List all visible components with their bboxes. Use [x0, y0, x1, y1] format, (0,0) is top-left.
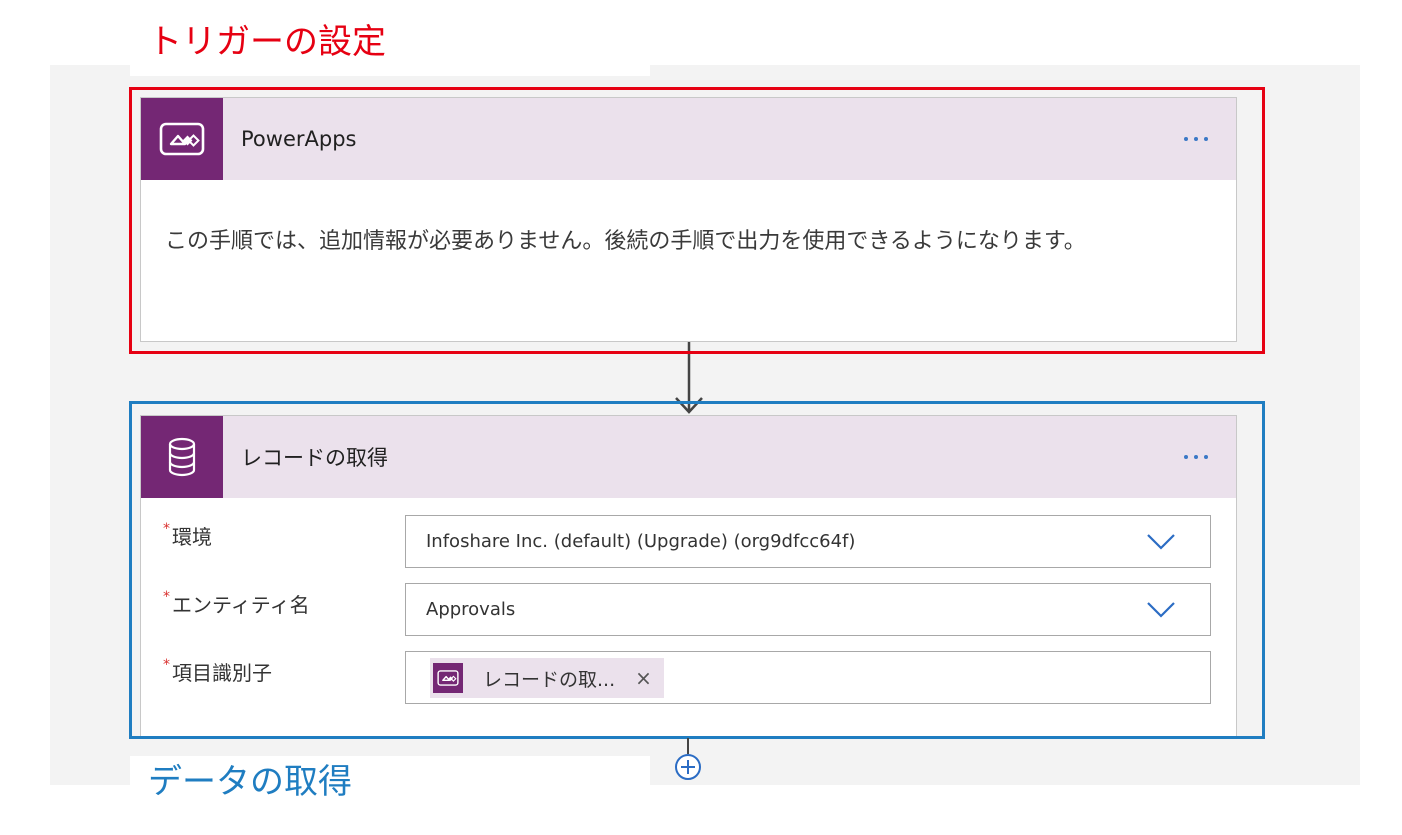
trigger-highlight-frame — [129, 87, 1265, 354]
label-mask — [130, 60, 650, 76]
trigger-annotation: トリガーの設定 — [148, 22, 386, 62]
plus-circle-icon[interactable] — [673, 752, 703, 782]
data-annotation: データの取得 — [148, 762, 352, 802]
data-highlight-frame — [129, 401, 1265, 739]
